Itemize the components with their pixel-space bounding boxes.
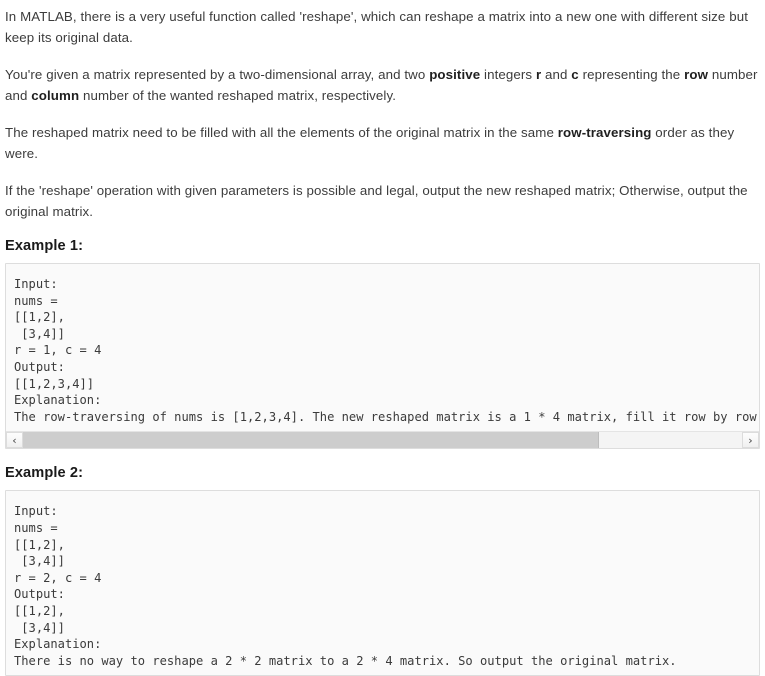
paragraph-legality: If the 'reshape' operation with given pa… bbox=[5, 180, 760, 222]
scrollbar-thumb[interactable] bbox=[23, 432, 600, 449]
emphasis-text: row-traversing bbox=[557, 125, 652, 140]
paragraph-given: You're given a matrix represented by a t… bbox=[5, 64, 760, 106]
body-text: representing the bbox=[578, 67, 685, 82]
body-text: number of the wanted reshaped matrix, re… bbox=[79, 88, 397, 103]
body-text: and bbox=[541, 67, 572, 82]
example-1-horizontal-scrollbar[interactable]: ‹ › bbox=[6, 431, 759, 449]
example-2-heading: Example 2: bbox=[5, 465, 84, 482]
body-text: If the 'reshape' operation with given pa… bbox=[5, 183, 748, 219]
scrollbar-track[interactable] bbox=[23, 432, 742, 449]
emphasis-text: c bbox=[571, 67, 579, 82]
example-2-code-text: Input: nums = [[1,2], [3,4]] r = 2, c = … bbox=[14, 504, 677, 668]
body-text: In MATLAB, there is a very useful functi… bbox=[5, 9, 748, 45]
scroll-left-arrow-icon[interactable]: ‹ bbox=[6, 432, 23, 449]
example-2-code-viewport: Input: nums = [[1,2], [3,4]] r = 2, c = … bbox=[6, 491, 759, 675]
emphasis-text: positive bbox=[429, 67, 481, 82]
problem-description-page: In MATLAB, there is a very useful functi… bbox=[0, 0, 765, 676]
emphasis-text: row bbox=[684, 67, 709, 82]
scroll-right-arrow-icon[interactable]: › bbox=[742, 432, 759, 449]
example-1-code-viewport: Input: nums = [[1,2], [3,4]] r = 1, c = … bbox=[6, 264, 759, 431]
paragraph-fill-order: The reshaped matrix need to be filled wi… bbox=[5, 122, 760, 164]
body-text: The reshaped matrix need to be filled wi… bbox=[5, 125, 558, 140]
body-text: You're given a matrix represented by a t… bbox=[5, 67, 430, 82]
paragraph-intro: In MATLAB, there is a very useful functi… bbox=[5, 0, 760, 48]
emphasis-text: column bbox=[31, 88, 80, 103]
body-text: integers bbox=[480, 67, 536, 82]
example-1-code-block: Input: nums = [[1,2], [3,4]] r = 1, c = … bbox=[5, 263, 760, 450]
example-1-heading: Example 1: bbox=[5, 238, 84, 254]
example-1-code-text: Input: nums = [[1,2], [3,4]] r = 1, c = … bbox=[14, 277, 757, 424]
example-2-code-block: Input: nums = [[1,2], [3,4]] r = 2, c = … bbox=[5, 490, 760, 676]
